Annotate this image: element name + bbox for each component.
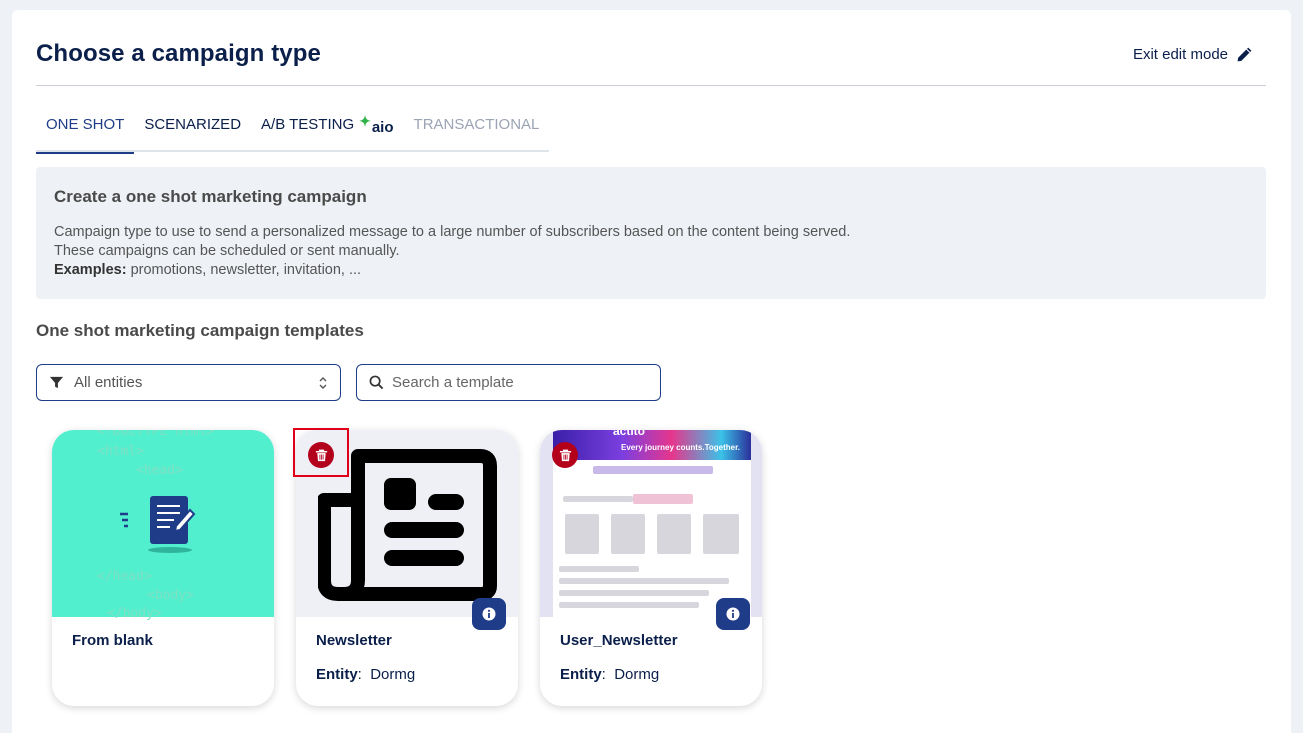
preview-blur-block	[559, 566, 639, 572]
preview-banner: actito Every journey counts.Together.	[553, 430, 751, 460]
tab-scenarized[interactable]: SCENARIZED	[134, 112, 251, 152]
code-line-6: </body>	[107, 606, 162, 621]
preview-blur-block	[593, 466, 713, 474]
template-entity: Entity: Dormg	[316, 666, 416, 683]
page-title: Choose a campaign type	[36, 40, 321, 67]
delete-template-button[interactable]	[552, 442, 578, 468]
template-search-input[interactable]	[392, 374, 642, 391]
info-icon	[726, 607, 740, 621]
template-card-user-newsletter[interactable]: actito Every journey counts.Together. Us…	[540, 430, 762, 706]
aio-badge-label: aio	[371, 119, 394, 136]
templates-section-title: One shot marketing campaign templates	[36, 321, 364, 340]
sparkle-icon: ✦	[359, 113, 371, 129]
info-line-2: These campaigns can be scheduled or sent…	[54, 243, 400, 259]
banner-brand: actito	[613, 430, 646, 438]
blank-thumbnail: <!DOCTYPE html> <html> <head> </head> <b…	[52, 430, 274, 621]
examples-label: Examples:	[54, 262, 127, 278]
template-search[interactable]	[356, 364, 661, 401]
entity-label: Entity	[316, 666, 358, 683]
search-icon	[369, 375, 384, 390]
entity-value: Dormg	[370, 666, 416, 683]
pencil-icon	[1237, 47, 1252, 62]
preview-blur-block	[559, 590, 709, 596]
exit-edit-mode-button[interactable]: Exit edit mode	[1133, 46, 1253, 63]
campaign-type-tabs: ONE SHOT SCENARIZED A/B TESTING ✦ aio TRA…	[36, 112, 550, 154]
delete-template-button[interactable]	[308, 442, 334, 468]
trash-icon	[315, 449, 327, 461]
document-edit-icon	[120, 496, 196, 553]
banner-tagline: Every journey counts.Together.	[621, 443, 740, 452]
examples-value: promotions, newsletter, invitation, ...	[126, 262, 362, 278]
code-line-2: <html>	[97, 444, 144, 459]
preview-blur-block	[559, 578, 729, 584]
code-line-1: <!DOCTYPE html>	[97, 430, 215, 439]
preview-blur-block	[633, 494, 693, 504]
entity-label: Entity	[560, 666, 602, 683]
preview-blur-block	[657, 514, 691, 554]
chevron-up-down-icon	[319, 377, 327, 389]
preview-blur-block	[611, 514, 645, 554]
code-line-5: <body>	[147, 588, 194, 603]
template-info-button[interactable]	[716, 598, 750, 630]
code-line-4: </head>	[97, 569, 152, 584]
filter-icon	[49, 376, 64, 389]
preview-blur-block	[703, 514, 739, 554]
info-examples: Examples: promotions, newsletter, invita…	[54, 261, 1248, 280]
email-preview: actito Every journey counts.Together.	[553, 430, 751, 617]
template-entity: Entity: Dormg	[560, 666, 660, 683]
info-icon	[482, 607, 496, 621]
preview-blur-block	[559, 602, 699, 608]
entity-filter-value: All entities	[74, 374, 143, 391]
tab-scenarized-label: SCENARIZED	[144, 116, 242, 133]
template-card-newsletter[interactable]: Newsletter Entity: Dormg	[296, 430, 518, 706]
tab-ab-testing[interactable]: A/B TESTING ✦ aio	[251, 112, 404, 152]
aio-badge: ✦ aio	[359, 113, 394, 136]
tab-transactional-label: TRANSACTIONAL	[413, 116, 540, 133]
template-info-button[interactable]	[472, 598, 506, 630]
tab-one-shot[interactable]: ONE SHOT	[36, 112, 135, 154]
preview-blur-block	[565, 514, 599, 554]
trash-icon	[559, 449, 571, 461]
tab-transactional[interactable]: TRANSACTIONAL	[404, 112, 550, 152]
template-name: From blank	[72, 632, 153, 649]
campaign-info-box: Create a one shot marketing campaign Cam…	[36, 167, 1266, 299]
newsletter-icon	[318, 449, 497, 601]
code-line-3: <head>	[136, 463, 183, 478]
tab-ab-testing-label: A/B TESTING	[261, 116, 355, 133]
tab-one-shot-label: ONE SHOT	[46, 116, 125, 133]
template-card-from-blank[interactable]: <!DOCTYPE html> <html> <head> </head> <b…	[52, 430, 274, 706]
header-divider	[36, 85, 1266, 86]
info-line-1: Campaign type to use to send a personali…	[54, 224, 851, 240]
entity-filter-select[interactable]: All entities	[36, 364, 341, 401]
template-name: User_Newsletter	[560, 632, 678, 649]
exit-edit-mode-label: Exit edit mode	[1132, 46, 1228, 63]
preview-blur-block	[563, 496, 633, 502]
template-name: Newsletter	[316, 632, 392, 649]
entity-value: Dormg	[614, 666, 660, 683]
info-title: Create a one shot marketing campaign	[54, 187, 367, 206]
